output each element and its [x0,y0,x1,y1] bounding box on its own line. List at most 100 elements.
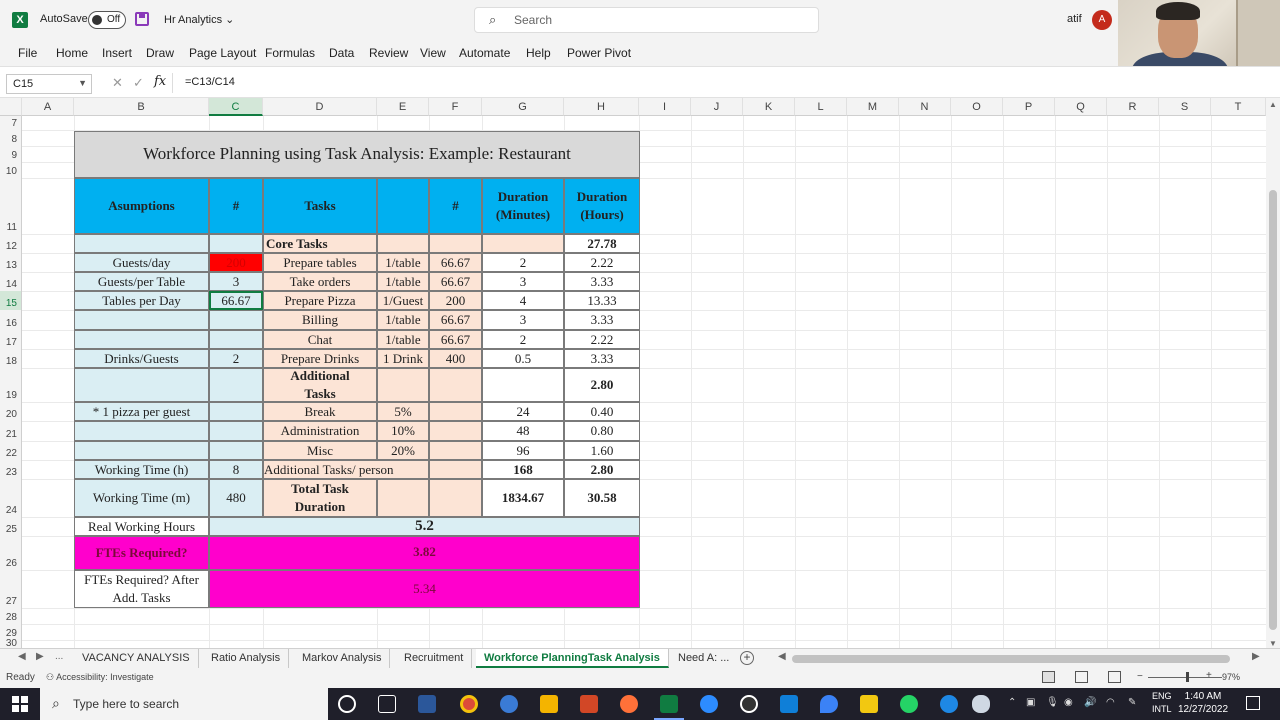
additional-task-pct[interactable]: 5% [377,402,429,421]
cell[interactable] [74,441,209,460]
taskbar-search[interactable]: ⌕ Type here to search [40,688,328,720]
cell[interactable] [377,234,429,253]
header-count[interactable]: # [209,178,263,234]
additional-per-person-label[interactable]: Additional Tasks/ person [263,460,429,479]
avatar[interactable]: A [1092,10,1112,30]
select-all-corner[interactable] [0,98,22,116]
column-header[interactable]: S [1159,98,1211,116]
tab-more-icon[interactable]: ... [55,651,63,662]
cell[interactable] [209,421,263,441]
row-header[interactable]: 22 [0,441,22,460]
onedrive-icon[interactable] [972,695,990,713]
task-unit[interactable]: 1/table [377,272,429,291]
cell[interactable] [74,234,209,253]
header-duration-hours[interactable]: Duration (Hours) [564,178,640,234]
menu-home[interactable]: Home [56,46,88,60]
menu-automate[interactable]: Automate [459,46,510,60]
paint-icon[interactable] [820,695,838,713]
column-header[interactable]: E [377,98,429,116]
assumption-value[interactable] [209,330,263,349]
task-unit[interactable]: 1/Guest [377,291,429,310]
function-icon[interactable]: fx [154,74,166,89]
zoom-icon[interactable] [700,695,718,713]
task-count[interactable]: 200 [429,291,482,310]
note[interactable]: * 1 pizza per guest [74,402,209,421]
row-header[interactable]: 25 [0,517,22,536]
clock[interactable]: 1:40 AM 12/27/2022 [1178,690,1228,716]
cell[interactable] [209,368,263,402]
cell[interactable] [377,479,429,517]
column-header[interactable]: F [429,98,482,116]
additional-task-pct[interactable]: 10% [377,421,429,441]
additional-task-hours[interactable]: 0.80 [564,421,640,441]
cell[interactable] [209,441,263,460]
ftes-after-value[interactable]: 5.34 [209,570,640,608]
column-header[interactable]: H [564,98,639,116]
task-minutes[interactable]: 3 [482,272,564,291]
task-count[interactable]: 66.67 [429,310,482,330]
additional-tasks-total[interactable]: 2.80 [564,368,640,402]
task-count[interactable]: 400 [429,349,482,368]
additional-task-minutes[interactable]: 48 [482,421,564,441]
row-header[interactable]: 21 [0,421,22,441]
task-view-icon[interactable] [378,695,396,713]
tab-workforce-planning[interactable]: Workforce PlanningTask Analysis [476,649,669,668]
spreadsheet-grid[interactable]: A B C D E F G H I J K L M N O P Q R S T [0,98,1280,650]
assumption-value[interactable] [209,310,263,330]
task-minutes[interactable]: 3 [482,310,564,330]
assumption-label[interactable] [74,330,209,349]
row-header[interactable]: 18 [0,349,22,368]
total-task-duration-minutes[interactable]: 1834.67 [482,479,564,517]
cell[interactable] [209,402,263,421]
file-explorer-icon[interactable] [540,695,558,713]
assumption-label[interactable]: Tables per Day [74,291,209,310]
row-header[interactable]: 16 [0,310,22,330]
row-header[interactable]: 23 [0,460,22,479]
row-header[interactable]: 27 [0,570,22,608]
save-icon[interactable] [135,12,149,26]
name-box[interactable]: C15 ▼ [6,74,92,94]
menu-insert[interactable]: Insert [102,46,132,60]
zoom-out-icon[interactable]: − [1137,671,1143,682]
cell[interactable] [429,402,482,421]
column-header[interactable]: P [1003,98,1055,116]
task-name[interactable]: Take orders [263,272,377,291]
excel-icon[interactable] [660,695,678,713]
cell[interactable] [209,234,263,253]
zoom-in-icon[interactable]: + [1206,670,1212,681]
cell[interactable] [377,368,429,402]
microphone-icon[interactable]: 🎙 [1046,697,1059,708]
zoom-level[interactable]: 97% [1222,672,1240,682]
additional-task-name[interactable]: Misc [263,441,377,460]
assumption-value[interactable]: 200 [209,253,263,272]
additional-task-hours[interactable]: 0.40 [564,402,640,421]
row-header[interactable]: 7 [0,116,22,130]
working-time-m-label[interactable]: Working Time (m) [74,479,209,517]
column-header[interactable]: B [74,98,209,116]
tab-recruitment[interactable]: Recruitment [396,649,473,668]
additional-task-name[interactable]: Break [263,402,377,421]
hscroll-right-icon[interactable]: ▶ [1252,651,1260,662]
cell[interactable] [429,421,482,441]
normal-view-icon[interactable] [1042,671,1055,683]
task-name[interactable]: Billing [263,310,377,330]
assumption-label[interactable]: Guests/per Table [74,272,209,291]
tab-prev-icon[interactable]: ◀ [18,651,26,662]
accessibility-status[interactable]: ⚇ Accessibility: Investigate [46,672,154,683]
task-hours[interactable]: 2.22 [564,253,640,272]
windows-start-icon[interactable] [12,696,28,712]
task-unit[interactable]: 1 Drink [377,349,429,368]
additional-task-minutes[interactable]: 24 [482,402,564,421]
core-tasks-label[interactable]: Core Tasks [263,234,377,253]
add-sheet-icon[interactable]: + [740,651,754,665]
additional-task-minutes[interactable]: 96 [482,441,564,460]
cortana-icon[interactable] [338,695,356,713]
tray-icon[interactable]: ▣ [1026,697,1035,708]
horizontal-scroll-thumb[interactable] [792,655,1230,663]
cell[interactable] [482,234,564,253]
row-header[interactable]: 11 [0,178,22,234]
vertical-scrollbar[interactable]: ▲ ▼ [1266,98,1280,650]
column-header[interactable]: J [691,98,743,116]
task-hours[interactable]: 3.33 [564,349,640,368]
assumption-value-selected[interactable]: 66.67 [209,291,263,310]
